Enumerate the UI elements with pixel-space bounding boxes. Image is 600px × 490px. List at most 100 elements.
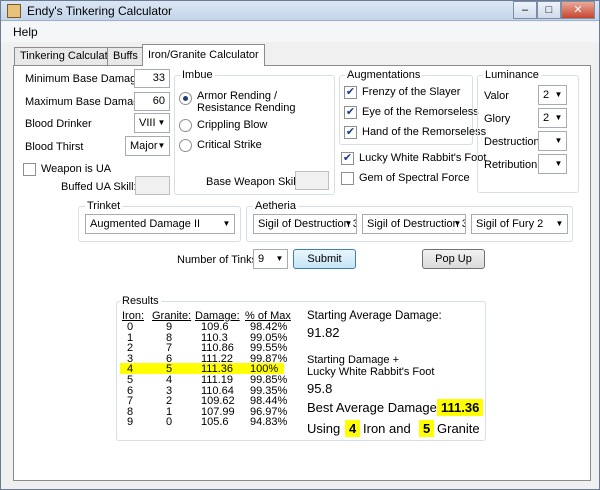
buffed-ua-skill-input[interactable]: [135, 176, 170, 195]
results-cell-damage: 107.99: [201, 405, 235, 418]
glory-value: 2: [543, 112, 550, 124]
results-cell-granite: 8: [166, 331, 173, 344]
aetheria-slot-2-select[interactable]: Sigil of Destruction 3 ▼: [362, 214, 466, 234]
min-base-damage-label: Minimum Base Damage:: [25, 73, 146, 85]
frenzy-of-the-slayer-checkbox[interactable]: ✔: [344, 86, 357, 99]
chevron-down-icon: ▼: [554, 136, 563, 145]
pop-up-button[interactable]: Pop Up: [422, 249, 485, 269]
results-cell-percent: 99.87%: [250, 352, 288, 365]
glory-select[interactable]: 2 ▼: [538, 108, 567, 128]
imbue-crippling-blow-radio[interactable]: [179, 119, 192, 132]
blood-thirst-label: Blood Thirst: [25, 141, 84, 153]
starting-average-damage-value: 91.82: [307, 325, 340, 340]
base-weapon-skill-label: Base Weapon Skill:: [206, 176, 302, 188]
luminance-title: Luminance: [483, 69, 541, 81]
chevron-down-icon: ▼: [222, 219, 231, 228]
trinket-value: Augmented Damage II: [90, 218, 201, 230]
max-base-damage-input[interactable]: 60: [134, 92, 170, 111]
aetheria-slot-3-select[interactable]: Sigil of Fury 2 ▼: [471, 214, 568, 234]
results-cell-iron: 0: [127, 321, 134, 333]
results-cell-granite: 1: [166, 405, 173, 418]
tab-buffs[interactable]: Buffs: [107, 47, 144, 65]
title-bar[interactable]: Endy's Tinkering Calculator – □ ✕: [1, 1, 599, 21]
results-cell-damage: 109.6: [201, 321, 229, 333]
trinket-title: Trinket: [85, 200, 123, 212]
base-weapon-skill-input[interactable]: [295, 171, 329, 190]
results-cell-iron: 3: [127, 352, 134, 365]
results-cell-iron: 8: [127, 405, 134, 418]
results-cell-iron: 5: [127, 374, 134, 386]
results-cell-iron: 4: [127, 363, 134, 376]
aetheria-slot-1-select[interactable]: Sigil of Destruction 3 ▼: [253, 214, 357, 234]
granite-label: Granite: [437, 421, 480, 436]
chevron-down-icon: ▼: [453, 219, 462, 228]
results-cell-granite: 5: [166, 363, 173, 376]
results-cell-damage: 110.86: [201, 342, 234, 355]
using-iron-value: 4: [345, 420, 361, 437]
results-cell-granite: 4: [166, 374, 173, 386]
number-of-tinks-select[interactable]: 9 ▼: [253, 249, 288, 269]
gem-of-spectral-force-checkbox[interactable]: [341, 172, 354, 185]
imbue-critical-strike-radio[interactable]: [179, 139, 192, 152]
results-cell-percent: 96.97%: [250, 405, 288, 418]
valor-select[interactable]: 2 ▼: [538, 85, 567, 105]
results-cell-percent: 94.83%: [250, 416, 288, 429]
results-cell-damage: 105.6: [201, 416, 229, 429]
minimize-button[interactable]: –: [513, 1, 537, 19]
hand-of-the-remorseless-checkbox[interactable]: ✔: [344, 126, 357, 139]
chevron-down-icon: ▼: [554, 159, 563, 168]
imbue-armor-rending-label: Armor Rending / Resistance Rending: [197, 90, 296, 114]
submit-button[interactable]: Submit: [293, 249, 356, 269]
app-window: Endy's Tinkering Calculator – □ ✕ Help T…: [0, 0, 600, 490]
iron-and-label: Iron and: [363, 421, 411, 436]
lucky-white-rabbits-foot-label: Lucky White Rabbit's Foot: [359, 152, 487, 164]
chevron-down-icon: ▼: [344, 219, 353, 228]
close-button[interactable]: ✕: [561, 1, 595, 19]
menu-help[interactable]: Help: [13, 25, 38, 39]
radio-selected-dot: [183, 96, 188, 101]
weapon-is-ua-checkbox[interactable]: [23, 163, 36, 176]
results-cell-granite: 0: [166, 416, 173, 429]
chevron-down-icon: ▼: [554, 90, 563, 99]
number-of-tinks-label: Number of Tinks: [177, 254, 258, 266]
blood-drinker-select[interactable]: VIII ▼: [134, 113, 170, 133]
results-cell-damage: 109.62: [201, 395, 235, 408]
destruction-label: Destruction: [484, 136, 540, 148]
results-cell-granite: 7: [166, 342, 173, 355]
best-average-damage-label: Best Average Damage:: [307, 400, 441, 415]
retribution-select[interactable]: ▼: [538, 154, 567, 174]
best-average-damage-value: 111.36: [437, 399, 484, 416]
min-base-damage-input[interactable]: 33: [134, 69, 170, 88]
lucky-white-rabbits-foot-checkbox[interactable]: ✔: [341, 152, 354, 165]
results-cell-damage: 110.3: [201, 331, 228, 344]
results-cell-iron: 7: [127, 395, 134, 408]
results-cell-percent: 99.55%: [250, 342, 288, 355]
results-cell-granite: 3: [166, 384, 173, 397]
menu-bar: Help: [1, 22, 599, 42]
results-cell-percent: 98.42%: [250, 321, 288, 333]
tab-iron-granite-calculator[interactable]: Iron/Granite Calculator: [142, 44, 265, 66]
blood-thirst-select[interactable]: Major ▼: [125, 136, 170, 156]
results-cell-percent: 98.44%: [250, 395, 288, 408]
chevron-down-icon: ▼: [157, 141, 166, 150]
results-cell-damage: 110.64: [201, 384, 234, 397]
aetheria-title: Aetheria: [253, 200, 298, 212]
aetheria-slot-3-value: Sigil of Fury 2: [476, 218, 544, 230]
hand-of-the-remorseless-label: Hand of the Remorseless: [362, 126, 487, 138]
starting-average-damage-label: Starting Average Damage:: [307, 310, 442, 322]
blood-drinker-label: Blood Drinker: [25, 118, 92, 130]
starting-damage-rabbit-value: 95.8: [307, 381, 333, 396]
glory-label: Glory: [484, 113, 511, 125]
eye-of-the-remorseless-checkbox[interactable]: ✔: [344, 106, 357, 119]
eye-of-the-remorseless-label: Eye of the Remorseless: [362, 106, 479, 118]
results-cell-iron: 2: [127, 342, 134, 355]
results-cell-percent: 100%: [250, 363, 279, 376]
maximize-button[interactable]: □: [537, 1, 561, 19]
destruction-select[interactable]: ▼: [538, 131, 567, 151]
chevron-down-icon: ▼: [555, 219, 564, 228]
results-cell-percent: 99.85%: [250, 374, 288, 386]
trinket-select[interactable]: Augmented Damage II ▼: [85, 214, 235, 234]
imbue-armor-rending-radio[interactable]: [179, 92, 192, 105]
results-cell-iron: 6: [127, 384, 134, 397]
app-icon: [7, 4, 21, 18]
